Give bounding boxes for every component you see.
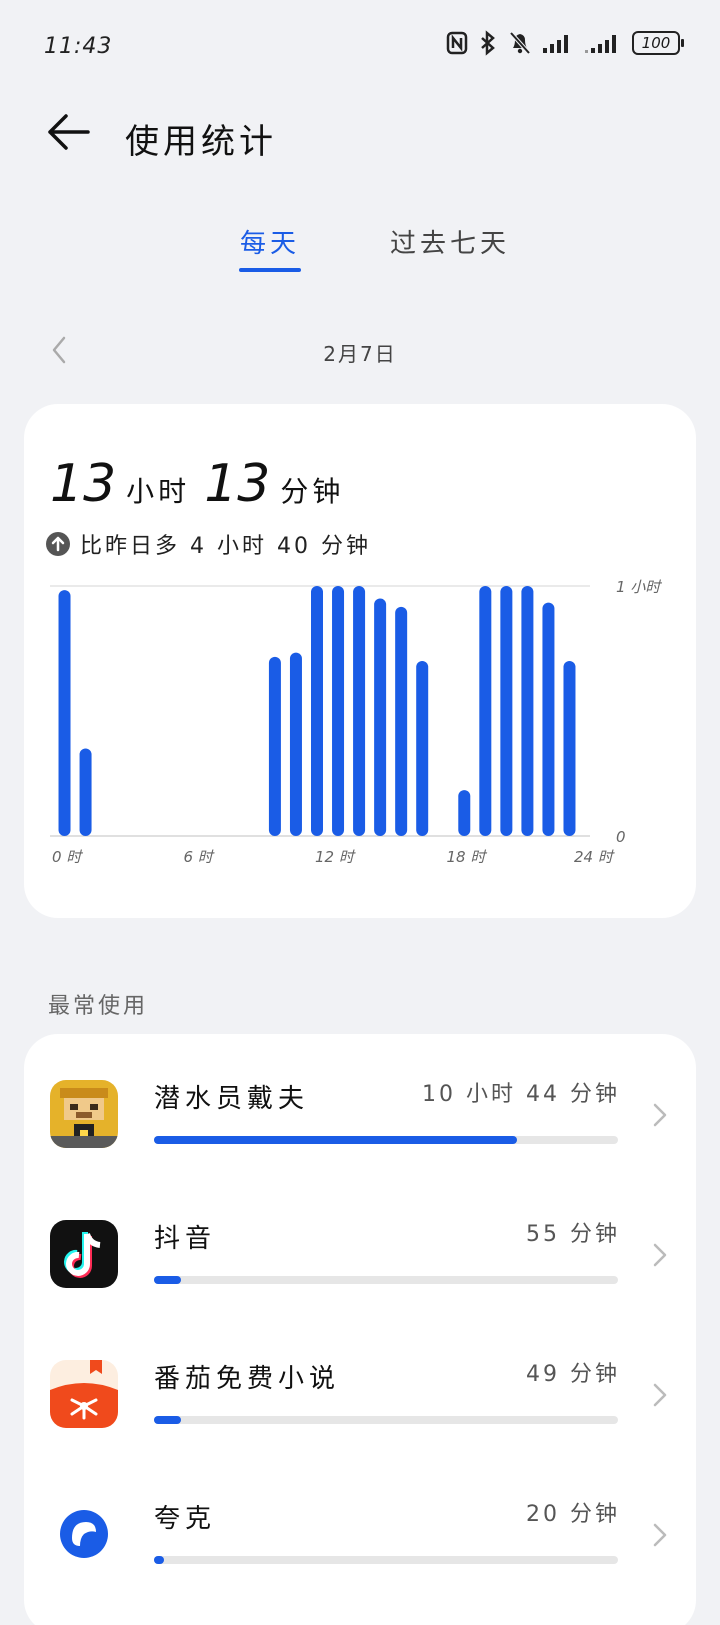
chevron-right-icon <box>653 1523 667 1547</box>
chart-bar <box>458 790 471 836</box>
usage-bar-track <box>154 1276 618 1284</box>
usage-bar-fill <box>154 1276 181 1284</box>
chart-bar <box>353 586 366 836</box>
battery-indicator: 100 <box>632 31 684 55</box>
hourly-usage-chart: 1 小时 0 0 时 6 时 12 时 18 时 24 时 <box>50 578 662 866</box>
chart-y-tick-label: 1 小时 <box>616 578 662 596</box>
app-row-dave-diver[interactable]: 潜水员戴夫 10 小时 44 分钟 <box>24 1034 696 1154</box>
header: 使用统计 <box>0 100 720 170</box>
chart-x-tick-label: 24 时 <box>574 848 615 866</box>
app-usage-time: 20 分钟 <box>526 1502 620 1527</box>
tab-bar: 每天 过去七天 <box>0 218 720 278</box>
arrow-up-circle-icon <box>46 532 70 556</box>
app-usage-time: 10 小时 44 分钟 <box>422 1082 620 1107</box>
chevron-right-icon <box>653 1383 667 1407</box>
usage-bar-fill <box>154 1556 164 1564</box>
total-hours: 13 <box>50 454 117 514</box>
date-selector: 2月7日 <box>0 332 720 372</box>
chart-bar <box>58 590 71 836</box>
chart-bar <box>500 586 513 836</box>
chart-x-tick-label: 18 时 <box>447 848 488 866</box>
chart-bar <box>395 606 408 836</box>
usage-bar-fill <box>154 1416 181 1424</box>
minutes-unit: 分钟 <box>280 475 345 508</box>
status-time: 11:43 <box>44 34 113 59</box>
chart-x-tick-label: 6 时 <box>184 848 215 866</box>
app-row-quark[interactable]: 夸克 20 分钟 <box>24 1454 696 1574</box>
signal-icon-2 <box>585 35 616 53</box>
chart-bar <box>563 661 576 836</box>
chart-bar <box>311 586 323 836</box>
app-name: 潜水员戴夫 <box>154 1084 310 1114</box>
chart-bar <box>521 586 534 836</box>
total-usage-time: 13 小时 13 分钟 <box>50 454 358 514</box>
chart-x-tick-label: 0 时 <box>52 848 83 866</box>
active-tab-indicator <box>239 268 301 272</box>
chart-y-tick-label: 0 <box>616 828 626 846</box>
quark-icon <box>50 1500 118 1568</box>
dave-diver-icon <box>50 1080 118 1148</box>
chart-bar <box>479 586 492 836</box>
page-title: 使用统计 <box>125 122 277 162</box>
section-title-most-used: 最常使用 <box>48 994 149 1019</box>
most-used-apps-card: 潜水员戴夫 10 小时 44 分钟 抖音 55 分钟 番茄免费小说 49 分钟 … <box>24 1034 696 1625</box>
chart-bar <box>374 598 387 836</box>
usage-chart-card: 13 小时 13 分钟 比昨日多 4 小时 40 分钟 1 小时 0 0 时6 时1… <box>24 404 696 918</box>
chart-bar <box>268 656 281 836</box>
app-name: 夸克 <box>154 1504 217 1534</box>
chevron-right-icon <box>653 1243 667 1267</box>
hours-unit: 小时 <box>126 475 191 508</box>
nfc-icon <box>446 31 468 55</box>
usage-bar-track <box>154 1416 618 1424</box>
total-minutes: 13 <box>204 454 271 514</box>
bluetooth-icon <box>481 30 495 56</box>
tab-daily[interactable]: 每天 <box>240 223 300 260</box>
usage-bar-track <box>154 1556 618 1564</box>
chart-bar <box>79 748 92 836</box>
app-row-tomato-novel[interactable]: 番茄免费小说 49 分钟 <box>24 1314 696 1434</box>
app-usage-time: 55 分钟 <box>526 1222 620 1247</box>
status-bar: 11:43 100 <box>0 0 720 90</box>
chart-x-tick-label: 12 时 <box>315 848 356 866</box>
app-usage-time: 49 分钟 <box>526 1362 620 1387</box>
status-icons: 100 <box>446 30 684 56</box>
usage-bar-fill <box>154 1136 517 1144</box>
arrow-left-icon[interactable] <box>44 112 92 152</box>
tomato-novel-icon <box>50 1360 118 1428</box>
app-name: 抖音 <box>154 1224 217 1254</box>
usage-bar-track <box>154 1136 618 1144</box>
date-label: 2月7日 <box>323 342 397 366</box>
chart-bar <box>332 586 345 836</box>
douyin-icon <box>50 1220 118 1288</box>
compare-yesterday: 比昨日多 4 小时 40 分钟 <box>46 528 371 560</box>
tab-past-seven-days[interactable]: 过去七天 <box>390 223 510 260</box>
chart-bar <box>542 602 555 836</box>
signal-icon <box>543 35 568 53</box>
chevron-right-icon <box>653 1103 667 1127</box>
compare-text: 比昨日多 4 小时 40 分钟 <box>80 534 371 559</box>
app-name: 番茄免费小说 <box>154 1364 341 1394</box>
chart-bar <box>416 661 429 836</box>
chart-bar <box>289 652 302 836</box>
mute-bell-icon <box>509 31 531 55</box>
app-row-douyin[interactable]: 抖音 55 分钟 <box>24 1174 696 1294</box>
